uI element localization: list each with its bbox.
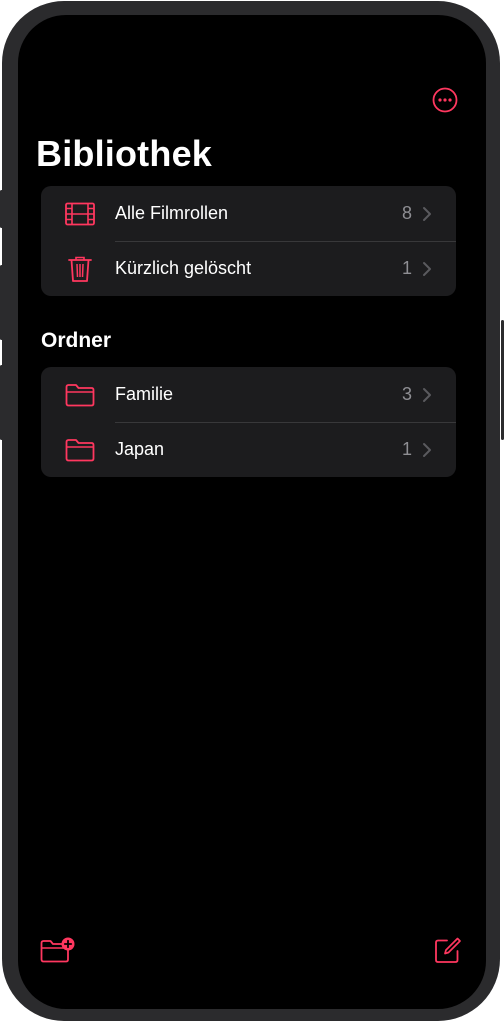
list-item-count: 8	[401, 203, 412, 223]
page-title: Bibliothek	[36, 133, 213, 174]
chevron-right-icon	[423, 442, 431, 457]
list-item-label: Japan	[115, 439, 165, 459]
device-action-button	[0, 190, 3, 228]
folder-icon	[65, 380, 95, 410]
more-options-button[interactable]	[432, 87, 458, 113]
list-item-count: 3	[401, 384, 412, 404]
list-item-all-filmrolls[interactable]: Alle Filmrollen 8	[41, 186, 456, 241]
film-icon	[65, 199, 95, 229]
list-item-label: Alle Filmrollen	[115, 203, 229, 223]
library-group: Alle Filmrollen 8 Kürzlich gelöscht 1	[41, 186, 456, 296]
list-item-label: Familie	[115, 384, 174, 404]
chevron-right-icon	[423, 387, 431, 402]
new-folder-button[interactable]	[40, 937, 76, 965]
device-volume-up-button	[0, 265, 3, 340]
list-item-label: Kürzlich gelöscht	[115, 258, 252, 278]
list-item-recently-deleted[interactable]: Kürzlich gelöscht 1	[41, 241, 456, 296]
compose-button[interactable]	[434, 936, 462, 964]
list-item-folder-japan[interactable]: Japan 1	[41, 422, 456, 477]
chevron-right-icon	[423, 261, 431, 276]
folder-badge-plus-icon	[40, 937, 75, 963]
folder-icon	[65, 435, 95, 465]
folders-group: Familie 3 Japan 1	[41, 367, 456, 477]
trash-icon	[65, 254, 95, 284]
ellipsis-circle-icon	[432, 87, 458, 113]
chevron-right-icon	[423, 206, 431, 221]
section-title-folders: Ordner	[41, 329, 112, 352]
device-volume-down-button	[0, 365, 3, 440]
list-item-folder-familie[interactable]: Familie 3	[41, 367, 456, 422]
compose-icon	[435, 937, 461, 963]
screen: Bibliothek Alle Filmrollen 8 Kürzlich ge…	[18, 15, 486, 1009]
list-item-count: 1	[401, 258, 412, 278]
list-item-count: 1	[401, 439, 412, 459]
